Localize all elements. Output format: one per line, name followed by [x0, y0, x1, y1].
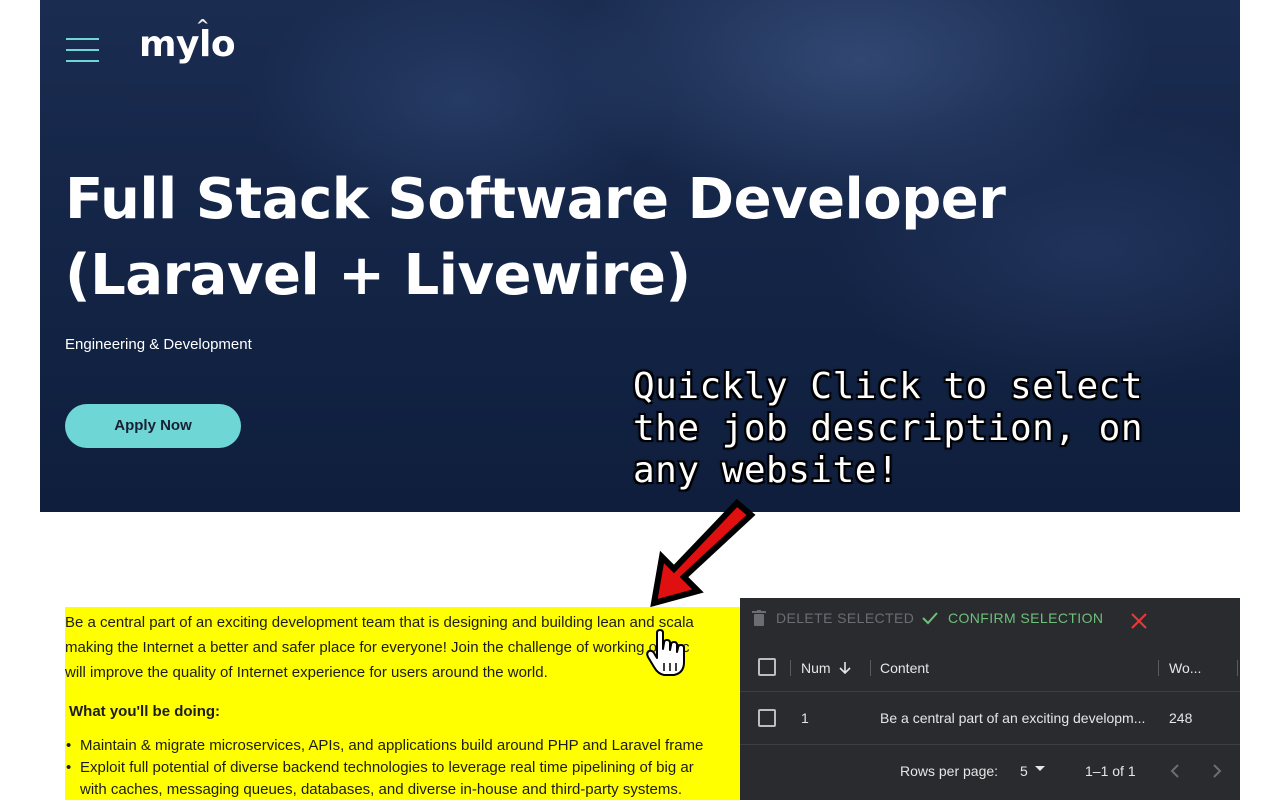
trash-icon [752, 610, 766, 626]
chevron-left-icon[interactable] [1168, 763, 1184, 779]
job-title: Full Stack Software Developer (Laravel +… [65, 167, 1006, 308]
close-icon[interactable] [1130, 612, 1148, 630]
duties-list: Maintain & migrate microservices, APIs, … [65, 735, 745, 779]
delete-selected-label: DELETE SELECTED [776, 610, 915, 626]
rows-per-page-label: Rows per page: [900, 763, 999, 779]
table-row[interactable]: 1 Be a central part of an exciting devel… [740, 693, 1240, 745]
apply-now-button[interactable]: Apply Now [65, 404, 241, 448]
select-all-checkbox[interactable] [758, 658, 776, 676]
chevron-right-icon[interactable] [1208, 763, 1224, 779]
job-department: Engineering & Development [65, 336, 252, 353]
description-line: will improve the quality of Internet exp… [65, 664, 548, 681]
row-num: 1 [801, 710, 809, 726]
table-header: Num Content Wo... [740, 644, 1240, 692]
menu-icon[interactable] [66, 38, 99, 62]
callout-line: Quickly Click to select [633, 366, 1143, 407]
chevron-down-icon[interactable] [1035, 766, 1045, 771]
rows-per-page-select[interactable]: 5 [1020, 763, 1028, 779]
promo-callout: Quickly Click to select the job descript… [633, 366, 1193, 492]
callout-line: the job description, on [633, 408, 1143, 449]
selection-panel: DELETE SELECTED CONFIRM SELECTION Num Co… [740, 598, 1240, 800]
page-range: 1–1 of 1 [1085, 763, 1136, 779]
callout-line: any website! [633, 450, 900, 491]
row-checkbox[interactable] [758, 709, 776, 727]
column-separator [790, 660, 791, 676]
column-separator [870, 660, 871, 676]
logo-text: mylo [139, 24, 236, 65]
confirm-selection-label: CONFIRM SELECTION [948, 610, 1104, 626]
duty-item: Maintain & migrate microservices, APIs, … [65, 735, 745, 757]
column-separator [1158, 660, 1159, 676]
logo-caret: ^ [196, 16, 209, 35]
delete-selected-button[interactable]: DELETE SELECTED [752, 610, 914, 626]
row-content: Be a central part of an exciting develop… [880, 710, 1146, 726]
column-separator [1237, 660, 1238, 676]
content-column-header[interactable]: Content [880, 658, 929, 678]
red-arrow-icon [650, 498, 756, 608]
pointer-hand-icon [646, 629, 685, 676]
num-column-header[interactable]: Num [801, 658, 851, 678]
row-words: 248 [1169, 710, 1193, 726]
description-line: making the Internet a better and safer p… [65, 639, 690, 656]
words-column-header[interactable]: Wo... [1169, 658, 1201, 678]
table-pagination: Rows per page: 5 1–1 of 1 [740, 746, 1240, 800]
mylo-logo[interactable]: mylo ^ [139, 16, 236, 65]
job-description[interactable]: Be a central part of an exciting develop… [65, 610, 745, 801]
panel-toolbar: DELETE SELECTED CONFIRM SELECTION [740, 598, 1240, 642]
description-heading: What you'll be doing: [69, 703, 221, 720]
description-line: Be a central part of an exciting develop… [65, 614, 694, 631]
num-header-label: Num [801, 660, 831, 676]
arrow-down-icon [838, 662, 851, 675]
check-icon [922, 612, 938, 625]
duty-item: Exploit full potential of diverse backen… [65, 757, 745, 779]
duty-item-continuation: with caches, messaging queues, databases… [80, 781, 682, 798]
confirm-selection-button[interactable]: CONFIRM SELECTION [922, 610, 1103, 626]
